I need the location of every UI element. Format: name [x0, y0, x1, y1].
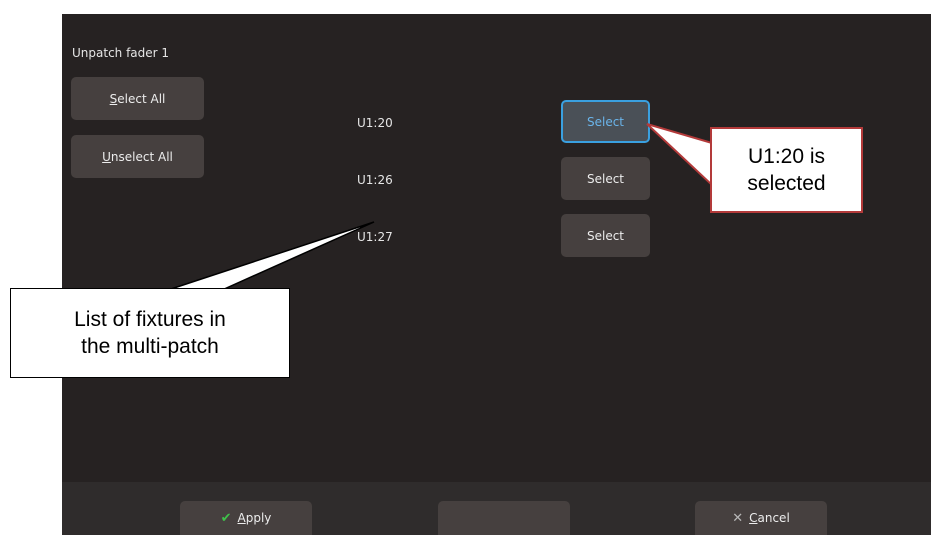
selected-callout: U1:20 is selected [710, 127, 863, 213]
selected-callout-line2: selected [747, 172, 826, 195]
fixtures-callout: List of fixtures in the multi-patch [10, 288, 290, 378]
fixtures-callout-line2: the multi-patch [81, 335, 219, 358]
selected-callout-pointer [646, 123, 713, 188]
selected-callout-line1: U1:20 is [747, 144, 826, 168]
fixtures-callout-line1: List of fixtures in [74, 307, 226, 331]
fixtures-callout-pointer [167, 221, 375, 291]
callout-pointers [167, 123, 713, 291]
